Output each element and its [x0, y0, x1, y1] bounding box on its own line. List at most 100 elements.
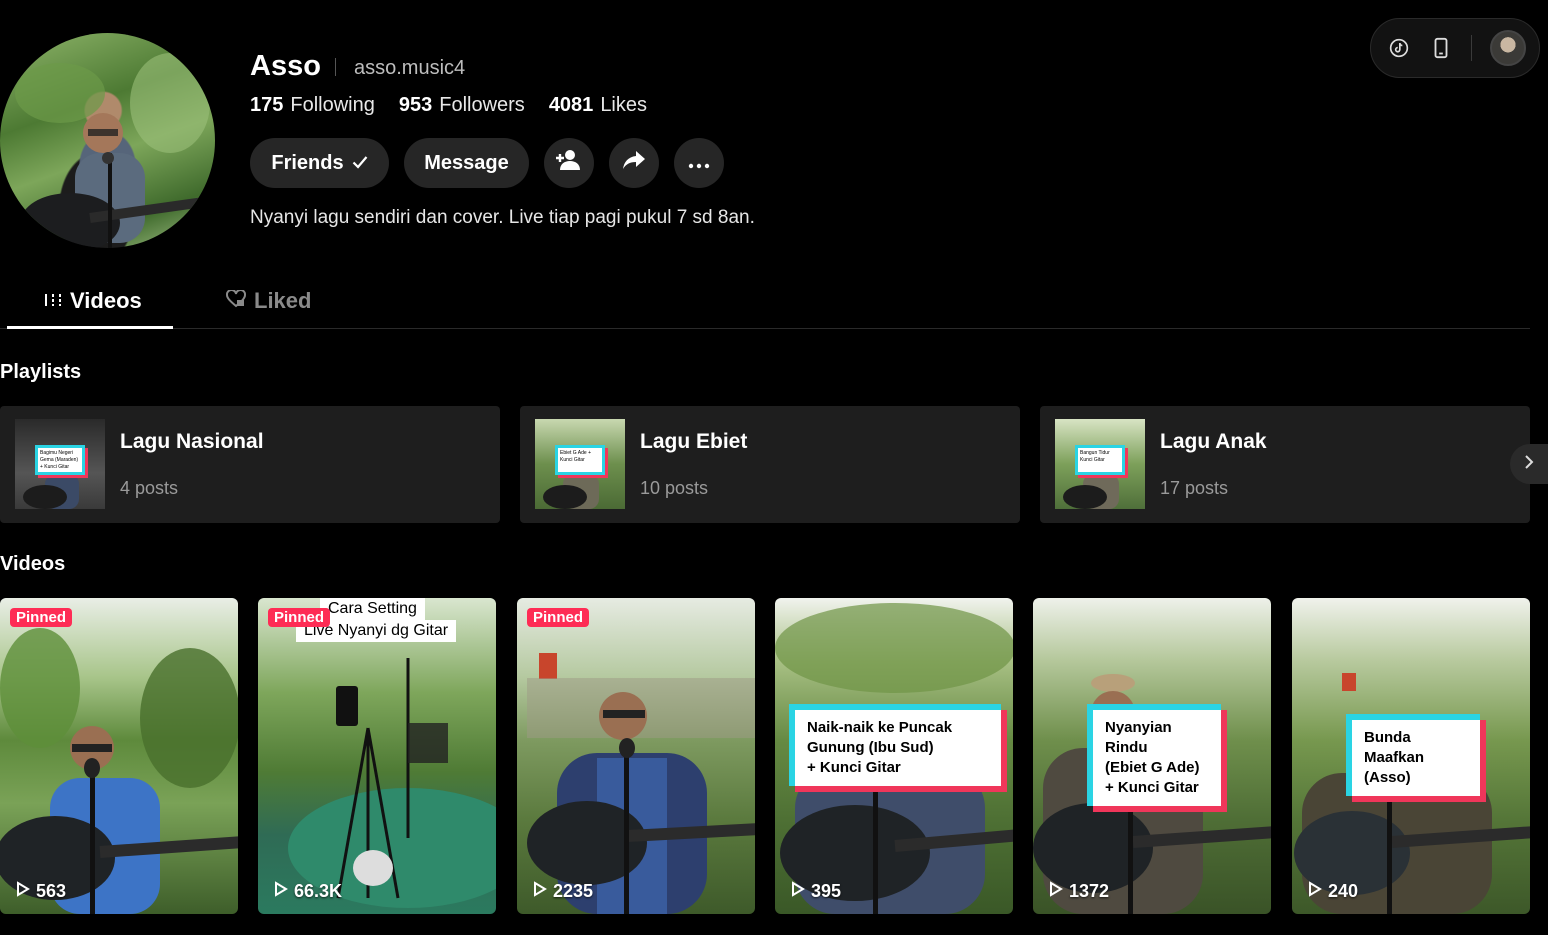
video-views: 395	[791, 881, 841, 902]
playlist-count: 10 posts	[640, 478, 709, 498]
video-views: 2235	[533, 881, 593, 902]
friends-label: Friends	[271, 151, 344, 174]
playlist-card[interactable]: Bangun Tidur Kunci Gitar Lagu Anak 17 po…	[1040, 406, 1530, 523]
play-icon	[1308, 881, 1322, 902]
caption-line: Gunung (Ibu Sud)	[807, 739, 934, 756]
play-icon	[16, 881, 30, 902]
stat-likes: 4081 Likes	[549, 94, 647, 117]
video-card[interactable]: Nyanyian Rindu (Ebiet G Ade) + Kunci Git…	[1033, 598, 1271, 914]
video-card[interactable]: Pinned 2235	[517, 598, 755, 914]
video-caption: Naik-naik ke Puncak Gunung (Ibu Sud) + K…	[789, 704, 1001, 786]
caption-line: Bunda Maafkan	[1364, 729, 1425, 766]
video-caption: Nyanyian Rindu (Ebiet G Ade) + Kunci Git…	[1087, 704, 1221, 806]
video-caption: Bunda Maafkan (Asso)	[1346, 714, 1480, 796]
stat-label: Likes	[600, 94, 648, 116]
play-icon	[274, 881, 288, 902]
thumbnail-caption: Ebiet G Ade + Kunci Gitar	[555, 445, 605, 475]
stat-number: 4081	[548, 94, 594, 116]
stat-label: Following	[290, 94, 375, 116]
add-user-icon	[556, 149, 582, 177]
video-views: 240	[1308, 881, 1358, 902]
playlist-count: 17 posts	[1160, 478, 1229, 498]
tab-videos[interactable]: Videos	[44, 288, 142, 314]
divider	[1471, 35, 1472, 61]
caption-line: + Kunci Gitar	[1105, 779, 1199, 796]
profile-tabs: Videos Liked	[0, 280, 1530, 329]
video-card[interactable]: Bunda Maafkan (Asso) 240	[1292, 598, 1530, 914]
tab-liked[interactable]: Liked	[226, 288, 311, 314]
playlists-next-button[interactable]	[1510, 444, 1548, 484]
view-count: 395	[811, 881, 842, 901]
stat-followers[interactable]: 953 Followers	[399, 94, 525, 117]
chevron-right-icon	[1524, 454, 1534, 475]
view-count: 66.3K	[294, 881, 343, 901]
stat-number: 175	[250, 94, 284, 116]
video-card[interactable]: Naik-naik ke Puncak Gunung (Ibu Sud) + K…	[775, 598, 1013, 914]
view-count: 240	[1328, 881, 1359, 901]
video-thumbnail	[0, 598, 238, 914]
profile-handle: asso.music4	[354, 57, 466, 79]
pinned-badge: Pinned	[268, 608, 331, 627]
share-button[interactable]	[609, 138, 659, 188]
user-avatar[interactable]	[1490, 30, 1526, 66]
profile-stats: 175 Following 953 Followers 4081 Likes	[250, 94, 647, 117]
pinned-badge: Pinned	[10, 608, 73, 627]
more-button[interactable]	[674, 138, 724, 188]
top-right-toolbar	[1370, 18, 1540, 78]
tab-label: Liked	[254, 288, 312, 313]
friends-button[interactable]: Friends	[250, 138, 389, 188]
caption-line: Naik-naik ke Puncak	[807, 719, 953, 736]
play-icon	[791, 881, 805, 902]
playlist-name: Lagu Ebiet	[640, 430, 748, 453]
caption-line: Nyanyian Rindu	[1105, 719, 1172, 756]
profile-bio: Nyanyi lagu sendiri dan cover. Live tiap…	[250, 207, 755, 228]
video-views: 1372	[1049, 881, 1109, 902]
more-icon	[688, 152, 710, 175]
video-caption-line: Cara Setting	[320, 598, 425, 620]
grid-icon	[44, 288, 62, 314]
caption-line: (Asso)	[1364, 769, 1411, 786]
playlist-thumbnail: Ebiet G Ade + Kunci Gitar	[535, 419, 625, 509]
playlist-name: Lagu Nasional	[120, 430, 264, 453]
playlist-count: 4 posts	[120, 478, 179, 498]
videos-heading: Videos	[0, 553, 66, 575]
stat-number: 953	[398, 94, 433, 116]
thumbnail-caption: Bagimu Negeri Gema (Maraden) + Kunci Git…	[35, 445, 85, 475]
add-friend-button[interactable]	[544, 138, 594, 188]
play-icon	[533, 881, 547, 902]
caption-line: (Ebiet G Ade)	[1105, 759, 1200, 776]
divider	[335, 58, 336, 76]
stat-label: Followers	[439, 94, 525, 116]
thumbnail-caption: Bangun Tidur Kunci Gitar	[1075, 445, 1125, 475]
view-count: 563	[36, 881, 67, 901]
stat-following[interactable]: 175 Following	[250, 94, 375, 117]
video-views: 66.3K	[274, 881, 342, 902]
video-card[interactable]: Pinned 563	[0, 598, 238, 914]
video-thumbnail	[258, 598, 496, 914]
video-views: 563	[16, 881, 66, 902]
message-button[interactable]: Message	[404, 138, 529, 188]
caption-line: + Kunci Gitar	[807, 759, 901, 776]
tiktok-icon[interactable]	[1387, 36, 1411, 60]
mobile-icon[interactable]	[1429, 36, 1453, 60]
profile-actions: Friends Message	[250, 138, 724, 188]
playlist-card[interactable]: Bagimu Negeri Gema (Maraden) + Kunci Git…	[0, 406, 500, 523]
check-icon	[352, 152, 368, 175]
view-count: 1372	[1069, 881, 1110, 901]
playlist-name: Lagu Anak	[1160, 430, 1267, 453]
playlist-thumbnail: Bagimu Negeri Gema (Maraden) + Kunci Git…	[15, 419, 105, 509]
playlist-card[interactable]: Ebiet G Ade + Kunci Gitar Lagu Ebiet 10 …	[520, 406, 1020, 523]
profile-avatar	[0, 33, 215, 248]
pinned-badge: Pinned	[527, 608, 590, 627]
view-count: 2235	[553, 881, 594, 901]
profile-page: Asso asso.music4 175 Following 953 Followe…	[0, 0, 1548, 935]
share-icon	[622, 149, 646, 177]
tab-underline	[7, 326, 173, 329]
tab-label: Videos	[70, 288, 142, 313]
video-thumbnail	[517, 598, 755, 914]
profile-name: Asso	[250, 50, 321, 82]
playlists-heading: Playlists	[0, 361, 82, 383]
heart-lock-icon	[226, 288, 246, 314]
video-card[interactable]: Cara Setting Live Nyanyi dg Gitar Pinned…	[258, 598, 496, 914]
play-icon	[1049, 881, 1063, 902]
